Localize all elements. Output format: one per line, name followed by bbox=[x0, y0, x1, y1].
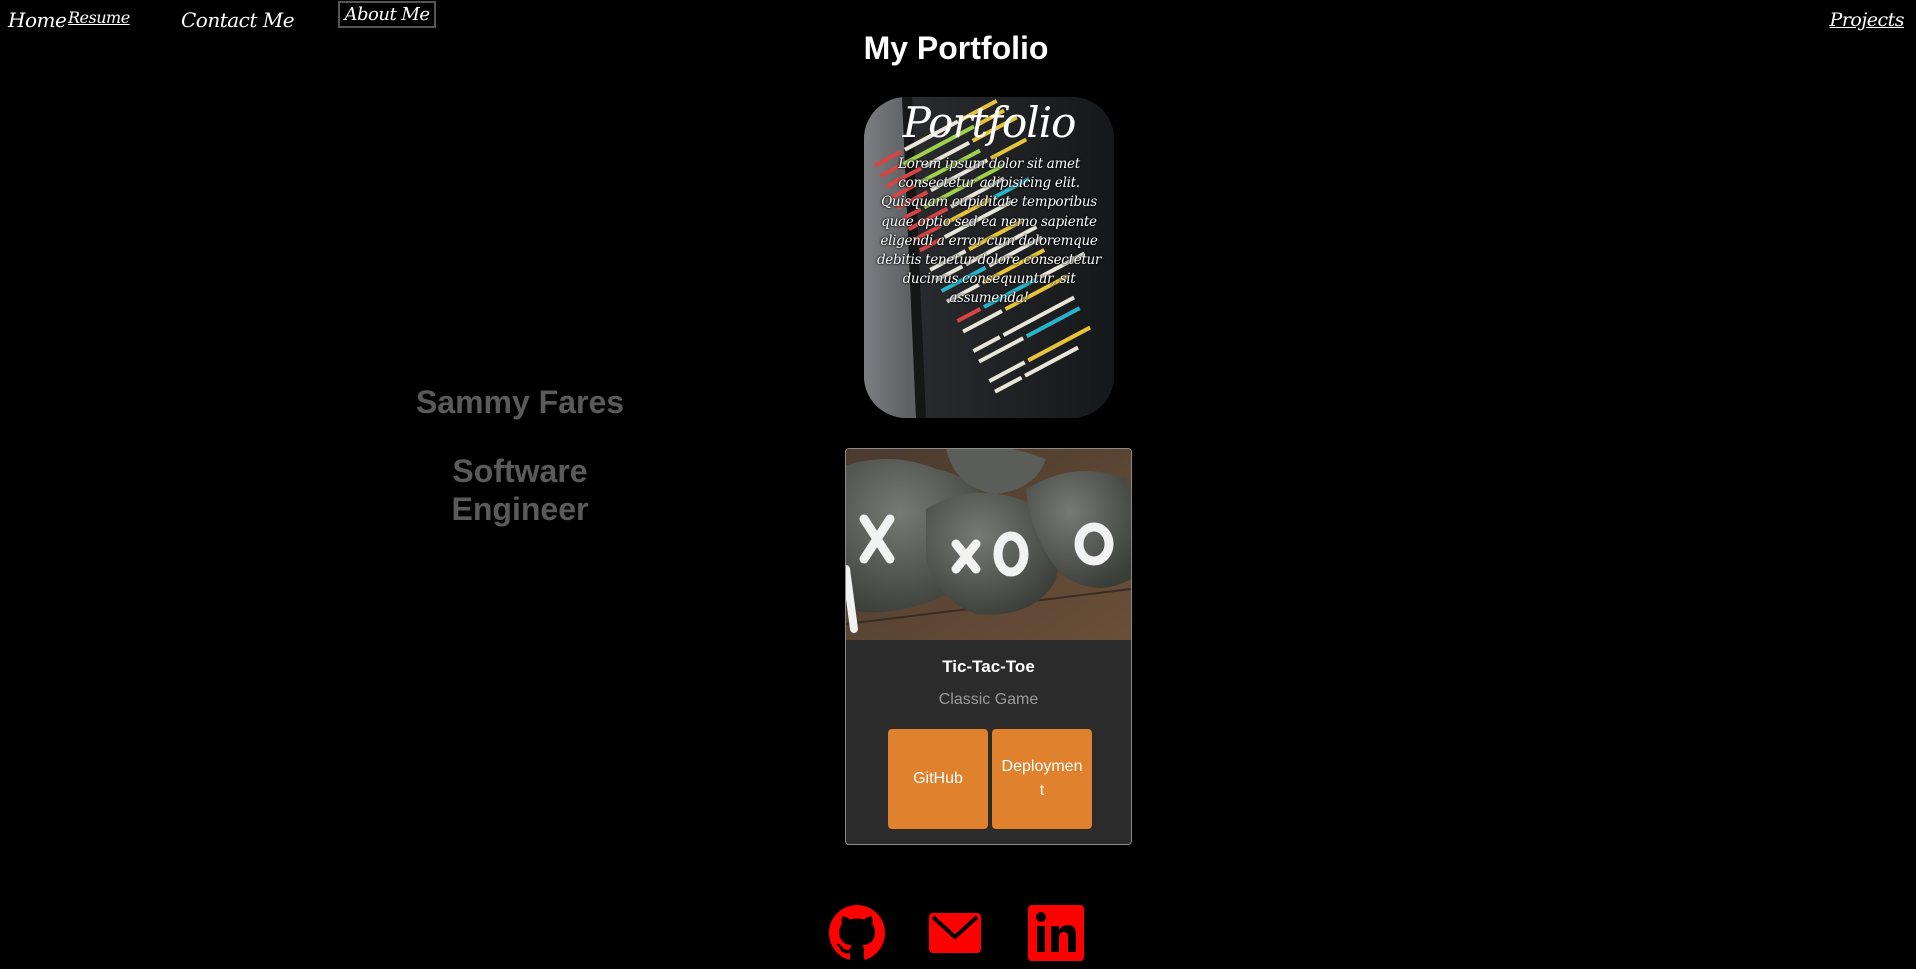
project-subtitle: Classic Game bbox=[938, 691, 1039, 708]
page: Home Resume Contact Me About Me Projects… bbox=[0, 0, 1916, 969]
project-card: Tic-Tac-Toe Classic Game GitHub Deployme… bbox=[845, 448, 1132, 845]
portfolio-hero-card: Portfolio Lorem ipsum dolor sit amet con… bbox=[864, 97, 1114, 418]
linkedin-icon[interactable] bbox=[1028, 905, 1084, 961]
page-title: My Portfolio bbox=[863, 30, 1049, 66]
bio-role: Software Engineer bbox=[451, 453, 589, 527]
deployment-button[interactable]: Deployment bbox=[992, 729, 1092, 829]
email-icon[interactable] bbox=[927, 905, 983, 961]
github-button[interactable]: GitHub bbox=[888, 729, 988, 829]
nav-about-link[interactable]: About Me bbox=[338, 1, 436, 28]
hero-title: Portfolio bbox=[902, 98, 1077, 147]
bio-name: Sammy Fares bbox=[415, 384, 625, 420]
nav-resume-link[interactable]: Resume bbox=[68, 6, 130, 30]
hero-text: Lorem ipsum dolor sit amet consectetur a… bbox=[876, 156, 1102, 307]
github-icon[interactable] bbox=[829, 905, 885, 961]
tic-tac-toe-image bbox=[846, 449, 1131, 640]
project-title: Tic-Tac-Toe bbox=[942, 657, 1035, 676]
